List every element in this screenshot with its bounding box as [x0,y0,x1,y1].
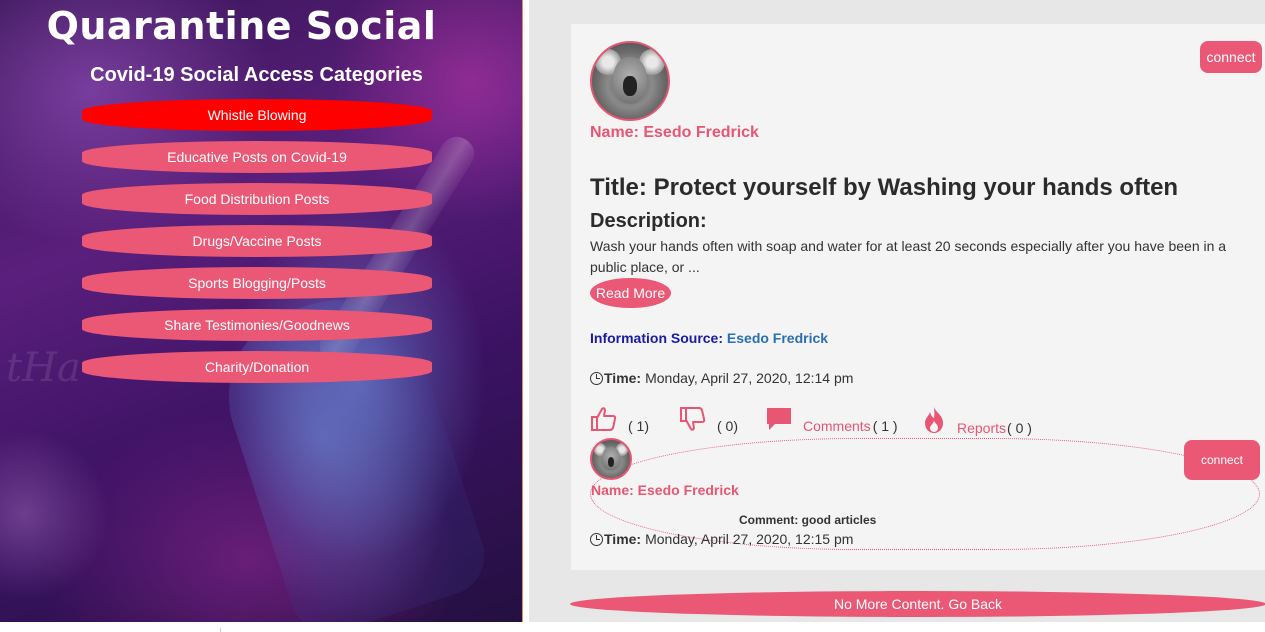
clock-icon [590,371,603,385]
comment-time: Time: Monday, April 27, 2020, 12:15 pm [590,531,853,547]
page-bottom-edge [0,628,1265,632]
dislike-button[interactable]: ( 0) [679,406,738,434]
like-button[interactable]: ( 1) [590,406,649,434]
avatar-nose [623,76,637,97]
category-food-distribution[interactable]: Food Distribution Posts [82,183,432,215]
categories-heading: Covid-19 Social Access Categories [90,64,423,86]
post-author-name: Name: Esedo Fredrick [590,124,759,141]
avatar-nose [607,456,615,467]
information-source-label: Information Source: [590,330,724,346]
time-value: Monday, April 27, 2020, 12:14 pm [645,370,854,386]
post-time: Time: Monday, April 27, 2020, 12:14 pm [590,370,853,386]
reports-label: Reports [957,420,1007,436]
post-actions: ( 1) ( 0) Comments ( 1 ) Reports (0) [590,406,1265,436]
category-drugs-vaccine[interactable]: Drugs/Vaccine Posts [82,225,432,257]
comments-label: Comments [803,418,871,434]
like-count: ( 1) [628,418,649,434]
comments-count: ( 1 ) [872,418,898,434]
thumbs-down-icon [680,407,706,431]
comment-text: Comment: good articles [739,513,877,527]
reports-count: ( 0 ) [1007,420,1032,436]
category-educative-posts[interactable]: Educative Posts on Covid-19 [82,141,432,173]
post-description: Wash your hands often with soap and wate… [590,238,1227,275]
thumbs-up-icon [591,407,617,431]
time-value: Monday, April 27, 2020, 12:15 pm [645,531,854,547]
clock-icon [590,532,603,546]
comment-icon [767,408,791,430]
comment-connect-button[interactable]: connect [1184,440,1260,480]
koala-avatar[interactable] [590,438,632,480]
fire-icon [925,407,943,433]
background-watermark: tHa [6,345,81,391]
information-source: Information Source: Esedo Fredrick [590,330,828,346]
dislike-count: ( 0) [717,418,738,434]
connect-button[interactable]: connect [1200,41,1262,73]
koala-avatar[interactable] [590,41,670,121]
background-virus [0,430,110,600]
divider [220,628,221,632]
reports-button[interactable]: Reports ( 0 ) [921,406,1032,436]
comments-button[interactable]: Comments ( 1 ) [765,406,898,434]
time-label: Time: [604,370,642,386]
post-title: Title: Protect yourself by Washing your … [590,174,1179,201]
category-sports-blogging[interactable]: Sports Blogging/Posts [82,267,432,299]
category-testimonies[interactable]: Share Testimonies/Goodnews [82,309,432,341]
go-back-button[interactable]: No More Content. Go Back [570,591,1265,617]
category-list: Whistle Blowing Educative Posts on Covid… [82,99,432,393]
category-charity[interactable]: Charity/Donation [82,351,432,383]
time-label: Time: [604,531,642,547]
sidebar: tHa Quarantine Social Covid-19 Social Ac… [0,0,523,622]
post-card: connect Name: Esedo Fredrick Title: Prot… [571,24,1265,570]
main-panel: connect Name: Esedo Fredrick Title: Prot… [529,0,1265,622]
read-more-button[interactable]: Read More [590,278,671,308]
information-source-link[interactable]: Esedo Fredrick [727,330,828,346]
description-label: Description: [590,210,707,232]
comment-author-name: Name: Esedo Fredrick [591,482,739,498]
app-title: Quarantine Social [46,4,437,48]
category-whistle-blowing[interactable]: Whistle Blowing [82,99,432,131]
